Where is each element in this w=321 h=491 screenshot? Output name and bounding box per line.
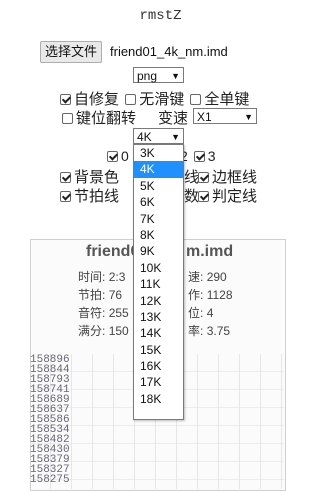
row-number: 158275 [30,474,70,486]
toggle-border-line: 边框线 [198,166,257,187]
column-checkbox-0: 0 [107,148,129,164]
page-title: rmstZ [139,8,182,24]
stat-full-score: 满分: 150 [78,324,129,338]
judge-line-checkbox[interactable] [198,191,209,202]
format-select[interactable]: png ▼ [133,67,184,83]
toggle-count-label: 数 [184,188,200,205]
keys-option-6k[interactable]: 6K [134,194,183,210]
column-3-checkbox[interactable] [193,151,205,162]
key-flip-label: 键位翻转 [76,110,137,127]
no-slide-label: 无滑键 [139,91,185,108]
toggle-judge-line: 判定线 [198,185,257,206]
auto-fix-checkbox[interactable] [60,94,71,105]
beat-line-checkbox[interactable] [60,191,71,202]
key-flip-checkbox[interactable] [62,113,73,124]
column-0-label: 0 [121,148,129,164]
keys-option-8k[interactable]: 8K [134,227,183,243]
chevron-down-icon: ▼ [244,112,253,122]
column-3-label: 3 [207,148,216,164]
keys-option-16k[interactable]: 16K [134,358,183,374]
judge-line-label: 判定线 [212,188,258,205]
column-0-checkbox[interactable] [107,151,118,162]
all-single-label: 全单键 [204,91,250,108]
stat-time: 时间: 2:3 [78,270,126,284]
toggle-line-label: 线 [184,169,200,186]
all-single-checkbox[interactable] [190,94,202,105]
keys-option-4k[interactable]: 4K [134,161,183,178]
chevron-down-icon: ▼ [171,71,180,81]
border-line-checkbox[interactable] [198,172,209,183]
keys-option-11k[interactable]: 11K [134,276,183,292]
keys-dropdown-list[interactable]: 3K 4K 5K 6K 7K 8K 9K 10K 11K 12K 13K 14K 15K 16K 17K 18… [133,144,184,420]
keys-option-13k[interactable]: 13K [134,309,183,325]
keys-option-15k[interactable]: 15K [134,342,183,358]
options-row-2: 键位翻转 [62,107,136,128]
keys-option-14k[interactable]: 14K [134,325,183,341]
border-line-label: 边框线 [212,169,258,186]
auto-fix-label: 自修复 [74,91,120,108]
column-checkbox-2-3: 2 3 [180,148,215,164]
keys-option-9k[interactable]: 9K [134,243,183,259]
stat-action: 作: 1128 [188,288,233,302]
keys-option-10k[interactable]: 10K [134,260,183,276]
keys-option-17k[interactable]: 17K [134,374,183,390]
speed-select-value: X1 [197,110,212,124]
options-row-1: 自修复 无滑键 全单键 [60,88,249,109]
keys-option-5k[interactable]: 5K [134,178,183,194]
preview-title-right: m.imd [186,243,234,260]
beat-line-label: 节拍线 [74,188,120,205]
preview-title-left: friend0 [86,243,140,260]
bg-color-checkbox[interactable] [60,172,71,183]
chevron-down-icon: ▼ [171,132,180,142]
format-select-value: png [137,69,158,83]
row-number-column: 158896 158844 158793 158741 158689 158637 1585… [30,355,70,486]
file-name: friend01_4k_nm.imd [110,44,228,59]
keys-option-7k[interactable]: 7K [134,211,183,227]
stat-position: 位: 4 [188,306,214,320]
bg-color-label: 背景色 [74,169,120,186]
stat-speed: 速: 290 [188,270,227,284]
keys-option-12k[interactable]: 12K [134,293,183,309]
toggle-beat-line: 节拍线 [60,185,119,206]
speed-select[interactable]: X1 ▼ [193,108,257,124]
keys-option-3k[interactable]: 3K [134,145,183,161]
no-slide-checkbox[interactable] [125,94,137,105]
keys-select-value: 4K [137,130,152,144]
choose-file-button[interactable]: 选择文件 [40,41,103,63]
stat-beat: 节拍: 76 [78,288,123,302]
speed-label: 变速 [158,110,189,127]
keys-option-18k[interactable]: 18K [134,391,183,407]
toggle-bg-color: 背景色 [60,166,119,187]
stat-notes: 音符: 255 [78,306,129,320]
keys-select[interactable]: 4K ▼ [133,128,184,144]
stat-rate: 率: 3.75 [188,324,231,338]
